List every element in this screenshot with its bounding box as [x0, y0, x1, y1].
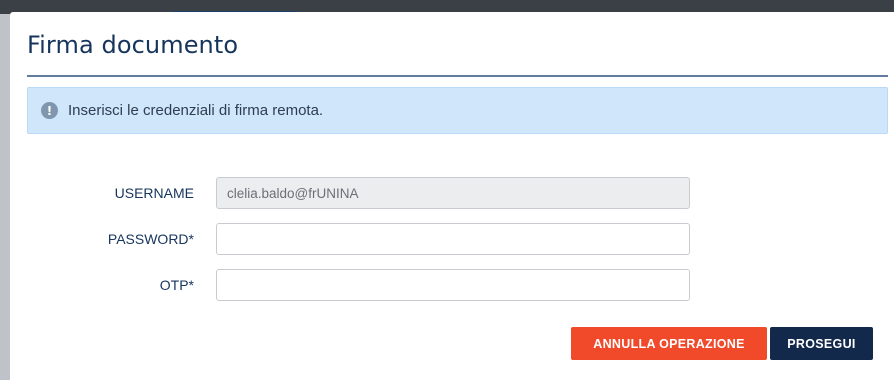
password-field[interactable]: [216, 223, 690, 255]
password-row: PASSWORD*: [10, 223, 894, 257]
password-label: PASSWORD*: [107, 231, 194, 247]
dialog-title: Firma documento: [27, 31, 239, 59]
username-row: USERNAME: [10, 177, 894, 211]
info-alert: ! Inserisci le credenziali di firma remo…: [27, 87, 888, 134]
otp-field[interactable]: [216, 269, 690, 301]
otp-row: OTP*: [10, 269, 894, 303]
alert-message: Inserisci le credenziali di firma remota…: [68, 102, 324, 119]
title-divider: [27, 75, 888, 77]
username-label: USERNAME: [114, 185, 194, 201]
proceed-button[interactable]: PROSEGUI: [770, 327, 873, 360]
otp-label: OTP*: [159, 277, 194, 293]
sign-document-dialog: Firma documento ! Inserisci le credenzia…: [10, 12, 894, 380]
cancel-operation-button[interactable]: ANNULLA OPERAZIONE: [571, 327, 767, 360]
username-field: [216, 177, 690, 209]
background-content-edge: [0, 14, 10, 380]
exclamation-circle-icon: !: [41, 102, 58, 119]
